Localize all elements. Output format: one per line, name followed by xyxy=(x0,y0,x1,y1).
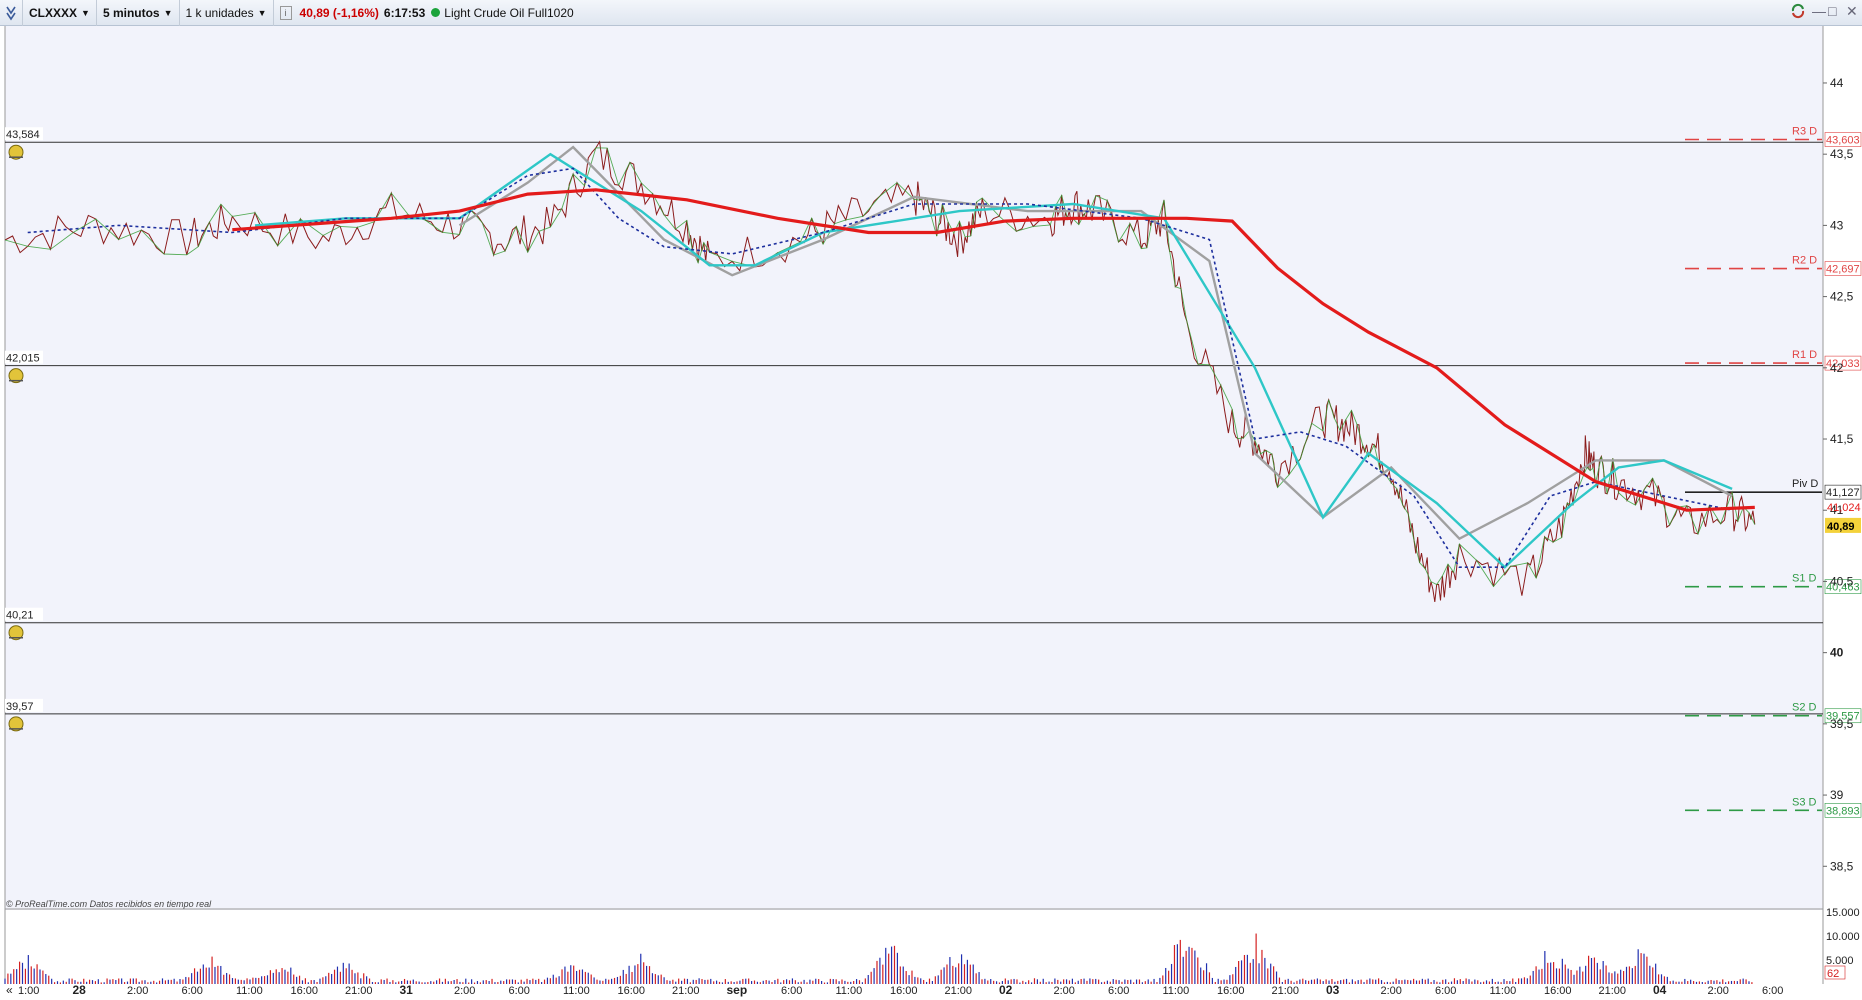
x-tick-label: 6:00 xyxy=(781,985,802,997)
volume-tick-label: 5.000 xyxy=(1826,955,1854,967)
x-tick-label: 11:00 xyxy=(563,985,590,997)
x-tick-label: 11:00 xyxy=(836,985,863,997)
volume-tick-label: 15.000 xyxy=(1826,907,1860,919)
chevron-down-icon: ▼ xyxy=(257,7,267,18)
price-chart[interactable]: 43,584 42,015 40,21 39,57 R3 D 43,603 R2 D 42,… xyxy=(0,26,1862,1000)
x-tick-label: 31 xyxy=(400,983,414,997)
x-tick-label: 16:00 xyxy=(890,985,918,997)
x-tick-label: 11:00 xyxy=(236,985,263,997)
instrument-name: Light Crude Oil Full1020 xyxy=(444,5,574,20)
price-change: 40,89 (-1,16%) xyxy=(299,5,379,20)
pivot-name: R1 D xyxy=(1792,349,1817,361)
chevron-down-icon: ▼ xyxy=(81,7,90,18)
info-icon[interactable]: i xyxy=(279,5,292,20)
alert-line-label: 42,015 xyxy=(6,353,40,365)
alert-line-label: 39,57 xyxy=(6,701,34,713)
x-tick-label: 2:00 xyxy=(1708,985,1729,997)
x-tick-label: 2:00 xyxy=(454,985,475,997)
x-tick-label: sep xyxy=(727,983,748,997)
pivot-name: R3 D xyxy=(1792,126,1817,138)
x-tick-label: 6:00 xyxy=(182,985,203,997)
chevron-down-icon: ▼ xyxy=(163,7,173,18)
x-tick-label: 04 xyxy=(1653,983,1667,997)
y-tick-label: 44 xyxy=(1830,76,1844,90)
last-price-label: 40,89 xyxy=(1827,521,1855,533)
instrument-info: i 40,89 (-1,16%) 6:17:53 Light Crude Oil… xyxy=(274,0,580,26)
y-tick-label: 43 xyxy=(1830,218,1844,232)
y-tick-label: 38,5 xyxy=(1830,859,1854,873)
close-icon[interactable]: ✕ xyxy=(1846,3,1858,20)
chart-toolbar: CLXXXX ▼ 5 minutos ▼ 1 k unidades ▼ i 40,89… xyxy=(0,0,1862,26)
symbol-selector[interactable]: CLXXXX ▼ xyxy=(23,0,97,26)
y-tick-label: 40 xyxy=(1830,646,1844,660)
x-tick-label: 21:00 xyxy=(1599,985,1627,997)
x-tick-label: 16:00 xyxy=(1544,985,1572,997)
refresh-icon[interactable] xyxy=(1790,3,1806,22)
timeframe-label: 5 minutos xyxy=(102,5,160,20)
alarm-bell-icon[interactable] xyxy=(8,144,24,160)
pivot-value: 41,127 xyxy=(1826,487,1860,499)
alert-line-label: 40,21 xyxy=(6,610,34,622)
x-tick-label: 2:00 xyxy=(1054,985,1075,997)
y-tick-label: 42 xyxy=(1830,361,1844,375)
arrow-down-icon[interactable] xyxy=(0,0,23,26)
y-tick-label: 40,5 xyxy=(1830,574,1854,588)
x-tick-label: 16:00 xyxy=(1217,985,1245,997)
x-tick-label: 6:00 xyxy=(1435,985,1456,997)
maximize-icon[interactable]: □ xyxy=(1828,3,1836,19)
last-update-time: 6:17:53 xyxy=(383,5,426,20)
x-tick-label: 03 xyxy=(1326,983,1340,997)
y-tick-label: 39,5 xyxy=(1830,717,1854,731)
x-tick-label: 2:00 xyxy=(127,985,148,997)
ma-current-label: 41,024 xyxy=(1827,502,1861,514)
x-tick-label: 6:00 xyxy=(1762,985,1783,997)
y-tick-label: 42,5 xyxy=(1830,290,1854,304)
pivot-value: 43,603 xyxy=(1826,135,1860,147)
status-dot-icon xyxy=(431,8,441,17)
pivot-name: S1 D xyxy=(1792,573,1817,585)
x-tick-label: 21:00 xyxy=(1272,985,1300,997)
symbol-label: CLXXXX xyxy=(29,5,78,20)
pivot-name: S3 D xyxy=(1792,796,1817,808)
pivot-value: 42,697 xyxy=(1826,264,1860,276)
alarm-bell-icon[interactable] xyxy=(8,368,24,384)
x-tick-label: 6:00 xyxy=(509,985,530,997)
copyright-note: © ProRealTime.com Datos recibidos en tie… xyxy=(6,899,212,909)
volume-tick-label: 10.000 xyxy=(1826,931,1860,943)
price-pane xyxy=(5,26,1823,910)
x-tick-label: 02 xyxy=(999,983,1013,997)
pivot-name: S2 D xyxy=(1792,702,1817,714)
alert-line-label: 43,584 xyxy=(6,129,40,141)
x-tick-label: 11:00 xyxy=(1490,985,1517,997)
x-tick-label: 1:00 xyxy=(18,985,39,997)
y-tick-label: 41,5 xyxy=(1830,432,1854,446)
y-tick-label: 43,5 xyxy=(1830,147,1854,161)
units-selector[interactable]: 1 k unidades ▼ xyxy=(180,0,274,26)
minimize-icon[interactable]: — xyxy=(1812,3,1826,19)
x-tick-label: 6:00 xyxy=(1108,985,1129,997)
x-tick-label: 21:00 xyxy=(345,985,373,997)
x-tick-label: 16:00 xyxy=(618,985,646,997)
alarm-bell-icon[interactable] xyxy=(8,625,24,641)
x-tick-label: 16:00 xyxy=(291,985,319,997)
x-tick-label: 11:00 xyxy=(1163,985,1190,997)
y-tick-label: 39 xyxy=(1830,788,1844,802)
volume-last-label: 62 xyxy=(1827,968,1839,980)
pivot-name: R2 D xyxy=(1792,255,1817,267)
x-tick-label: 28 xyxy=(73,983,87,997)
x-tick-label: 2:00 xyxy=(1381,985,1402,997)
timeframe-selector[interactable]: 5 minutos ▼ xyxy=(97,0,180,26)
alarm-bell-icon[interactable] xyxy=(8,716,24,732)
units-label: 1 k unidades xyxy=(185,5,254,20)
x-axis-bg xyxy=(0,984,1862,1000)
scroll-left-icon: « xyxy=(6,983,13,997)
pivot-value: 38,893 xyxy=(1826,805,1860,817)
x-tick-label: 21:00 xyxy=(945,985,973,997)
pivot-name: Piv D xyxy=(1792,478,1818,490)
x-tick-label: 21:00 xyxy=(672,985,700,997)
